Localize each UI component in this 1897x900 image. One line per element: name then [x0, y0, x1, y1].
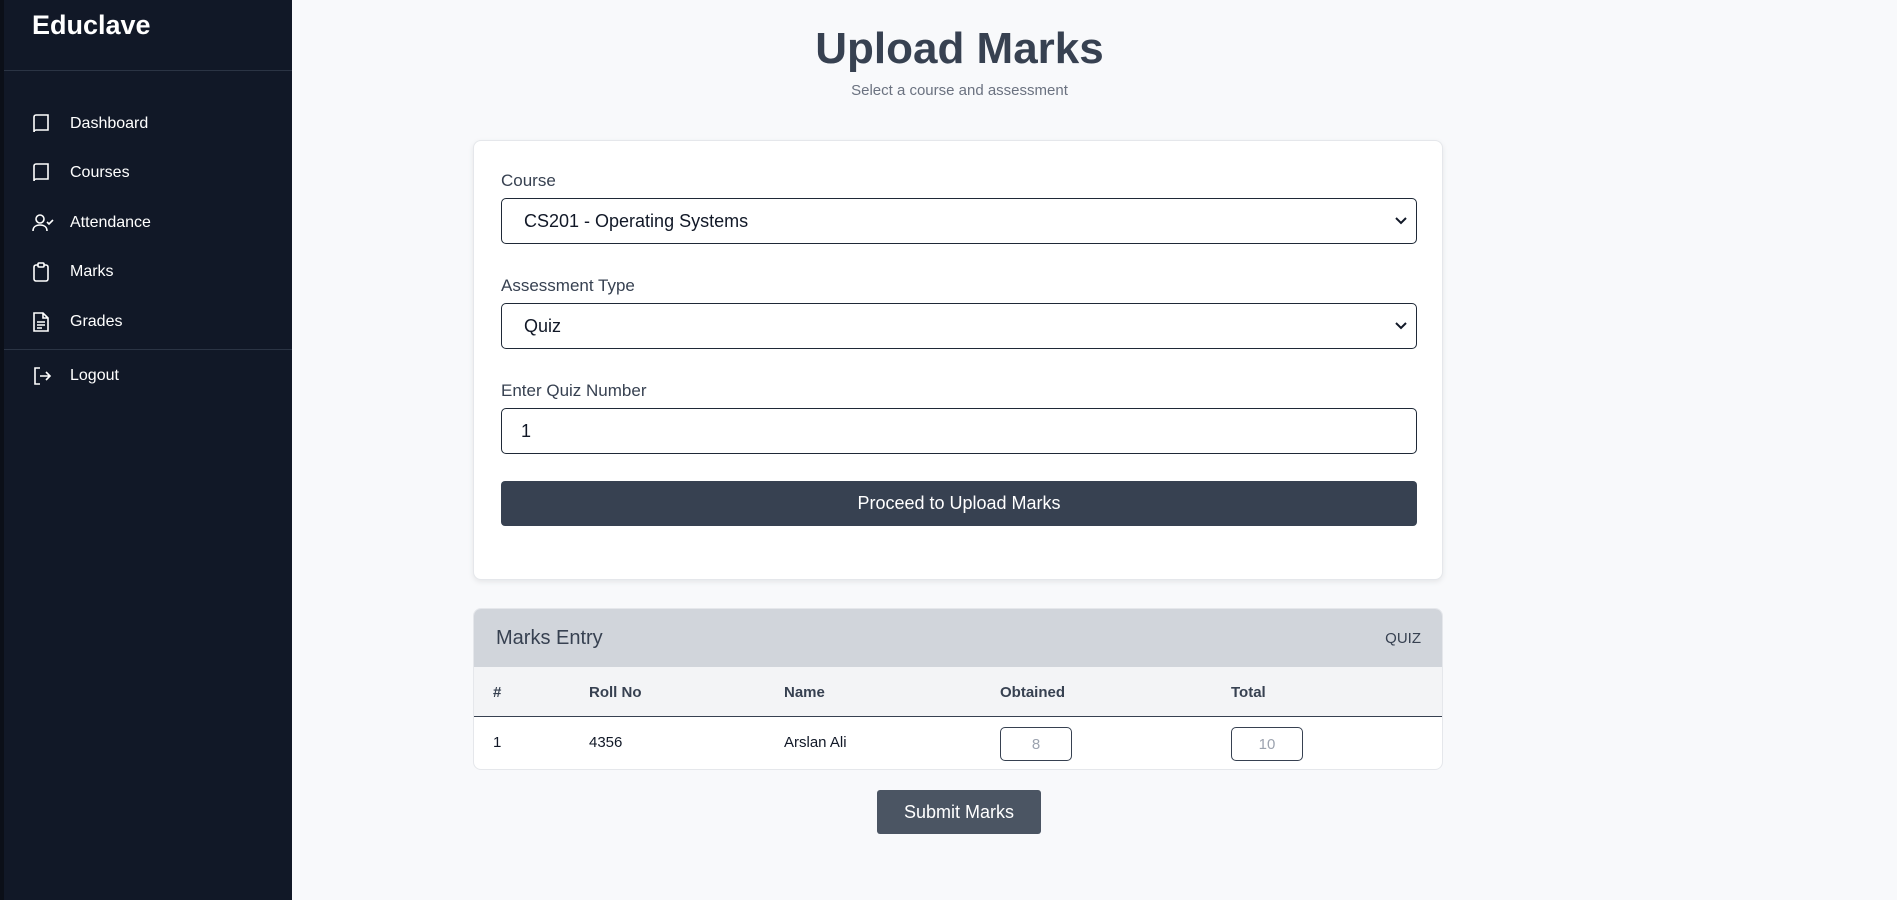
assessment-form-card: Course CS201 - Operating Systems Assessm… — [473, 140, 1443, 580]
document-icon — [32, 311, 54, 333]
main-content: Upload Marks Select a course and assessm… — [292, 0, 1897, 900]
row-name: Arslan Ali — [784, 734, 847, 751]
sidebar-item-dashboard[interactable]: Dashboard — [4, 99, 292, 149]
sidebar-item-label: Grades — [70, 312, 123, 330]
page-subtitle: Select a course and assessment — [851, 82, 1068, 99]
logout-label: Logout — [70, 366, 119, 384]
column-header-index: # — [493, 684, 502, 701]
quiz-number-value: 1 — [521, 420, 532, 441]
clipboard-icon — [32, 261, 54, 283]
logout-icon — [32, 365, 54, 387]
table-header: # Roll No Name Obtained Total — [474, 667, 1442, 717]
row-index: 1 — [493, 734, 502, 751]
chevron-down-icon — [1386, 217, 1416, 225]
assessment-type-value: Quiz — [524, 315, 562, 336]
sidebar-item-label: Courses — [70, 164, 130, 182]
assessment-tag: QUIZ — [1385, 629, 1421, 647]
obtained-marks-input[interactable]: 8 — [1000, 727, 1072, 761]
course-label: Course — [501, 171, 556, 190]
marks-entry-header: Marks Entry QUIZ — [474, 609, 1442, 667]
column-header-roll-no: Roll No — [589, 684, 642, 701]
sidebar-item-grades[interactable]: Grades — [4, 297, 292, 347]
chevron-down-icon — [1386, 322, 1416, 330]
table-row: 1 4356 Arslan Ali 8 10 — [474, 717, 1442, 769]
book-icon — [32, 162, 54, 184]
book-icon — [32, 113, 54, 135]
sidebar-item-label: Marks — [70, 263, 114, 281]
obtained-placeholder: 8 — [1031, 735, 1041, 753]
proceed-button[interactable]: Proceed to Upload Marks — [501, 481, 1417, 526]
course-select[interactable]: CS201 - Operating Systems — [501, 198, 1417, 244]
total-marks-input[interactable]: 10 — [1231, 727, 1303, 761]
brand-logo: Educlave — [4, 0, 292, 71]
marks-entry-panel: Marks Entry QUIZ # Roll No Name Obtained… — [473, 608, 1443, 770]
sidebar-item-courses[interactable]: Courses — [4, 149, 292, 199]
quiz-number-input[interactable]: 1 — [501, 408, 1417, 454]
sidebar-item-label: Dashboard — [70, 114, 149, 132]
assessment-type-label: Assessment Type — [501, 276, 635, 295]
column-header-total: Total — [1231, 684, 1266, 701]
sidebar-nav: Dashboard Courses Attendance Marks Grade… — [4, 71, 292, 402]
submit-marks-button[interactable]: Submit Marks — [877, 790, 1041, 834]
row-roll-no: 4356 — [589, 734, 623, 751]
sidebar-item-attendance[interactable]: Attendance — [4, 198, 292, 248]
assessment-type-select[interactable]: Quiz — [501, 303, 1417, 349]
sidebar: Educlave Dashboard Courses Attendance Ma… — [0, 0, 292, 900]
column-header-name: Name — [784, 684, 825, 701]
page-title: Upload Marks — [815, 24, 1104, 73]
sidebar-item-label: Attendance — [70, 213, 151, 231]
logout-button[interactable]: Logout — [4, 350, 292, 402]
sidebar-item-marks[interactable]: Marks — [4, 248, 292, 298]
quiz-number-label: Enter Quiz Number — [501, 381, 647, 400]
column-header-obtained: Obtained — [1000, 684, 1066, 701]
user-check-icon — [32, 212, 54, 234]
total-placeholder: 10 — [1258, 735, 1276, 753]
course-select-value: CS201 - Operating Systems — [524, 210, 749, 231]
marks-entry-title: Marks Entry — [496, 626, 603, 649]
